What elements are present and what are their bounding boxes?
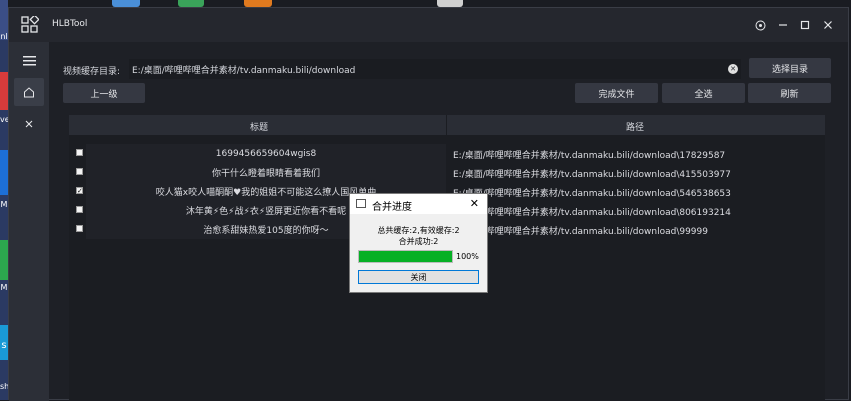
desktop-icon-fragment — [244, 0, 272, 7]
row-path: E:/桌面/哔哩哔哩合并素材/tv.danmaku.bili/download\… — [453, 170, 731, 180]
table-row[interactable]: 1699456659604wgis8 E:/桌面/哔哩哔哩合并素材/tv.dan… — [69, 144, 825, 163]
progress-fill — [359, 251, 452, 262]
close-icon[interactable] — [820, 17, 836, 33]
desktop-icon-fragment — [112, 0, 140, 7]
desktop-label: s — [1, 340, 7, 351]
merge-progress-dialog: 合并进度 ✕ 总共缓存:2,有效缓存:2 合并成功:2 100% 关闭 — [349, 193, 488, 293]
row-title: 1699456659604wgis8 — [86, 144, 446, 163]
row-checkbox[interactable] — [76, 225, 83, 232]
dialog-close-icon[interactable]: ✕ — [470, 197, 479, 210]
row-path: E:/桌面/哔哩哔哩合并素材/tv.danmaku.bili/download\… — [453, 227, 708, 237]
progress-percent: 100% — [456, 252, 479, 261]
close-icon[interactable] — [14, 110, 44, 138]
desktop-label: M — [0, 200, 8, 209]
dialog-title-bar: 合并进度 ✕ — [350, 194, 487, 214]
row-title: 你干什么瞪着眼睛看着我们 — [86, 163, 446, 182]
dialog-success-count: 合并成功:2 — [398, 237, 439, 246]
select-all-button[interactable]: 全选 — [662, 83, 745, 103]
choose-dir-button[interactable]: 选择目录 — [749, 58, 831, 78]
row-checkbox[interactable] — [76, 168, 83, 175]
title-bar: HLBTool — [9, 8, 848, 42]
sidebar — [9, 42, 49, 401]
row-checkbox[interactable] — [76, 206, 83, 213]
desktop-label: M — [0, 283, 8, 292]
column-divider — [446, 115, 447, 135]
column-header-path: 路径 — [626, 123, 645, 133]
window-title: HLBTool — [52, 19, 88, 29]
row-checkbox-checked[interactable]: ✓ — [76, 187, 83, 195]
clear-icon[interactable]: ✕ — [728, 64, 738, 74]
row-path: E:/桌面/哔哩哔哩合并素材/tv.danmaku.bili/download\… — [453, 189, 731, 199]
progress-bar — [358, 250, 453, 263]
desktop-label: ve — [0, 115, 8, 124]
window-icon — [356, 199, 366, 208]
settings-icon[interactable] — [752, 17, 768, 33]
column-header-title: 标题 — [250, 123, 269, 133]
dialog-summary: 总共缓存:2,有效缓存:2 — [377, 226, 460, 235]
dialog-close-button[interactable]: 关闭 — [358, 270, 479, 284]
cache-dir-label: 视频缓存目录: — [63, 67, 121, 77]
desktop-label: sh — [0, 382, 8, 391]
table-row[interactable]: 你干什么瞪着眼睛看着我们 E:/桌面/哔哩哔哩合并素材/tv.danmaku.b… — [69, 163, 825, 182]
finished-files-button[interactable]: 完成文件 — [575, 83, 658, 103]
menu-icon[interactable] — [14, 46, 44, 74]
minimize-icon[interactable] — [775, 17, 791, 33]
home-icon[interactable] — [14, 78, 44, 106]
maximize-icon[interactable] — [797, 17, 813, 33]
refresh-button[interactable]: 刷新 — [748, 83, 831, 103]
desktop-label: nl — [0, 32, 8, 41]
table-header: 标题 路径 — [69, 115, 825, 135]
dialog-title: 合并进度 — [372, 202, 412, 213]
row-path: E:/桌面/哔哩哔哩合并素材/tv.danmaku.bili/download\… — [453, 151, 726, 161]
row-checkbox[interactable] — [76, 149, 83, 156]
cache-dir-input[interactable] — [129, 59, 741, 79]
up-level-button[interactable]: 上一级 — [63, 83, 145, 103]
row-path: E:/桌面/哔哩哔哩合并素材/tv.danmaku.bili/download\… — [453, 208, 731, 218]
desktop-icon-fragment — [178, 0, 204, 7]
desktop-icon-fragment — [437, 0, 463, 7]
desktop-strip: nl ve M M s sh — [0, 0, 8, 400]
app-logo-icon — [21, 16, 39, 33]
